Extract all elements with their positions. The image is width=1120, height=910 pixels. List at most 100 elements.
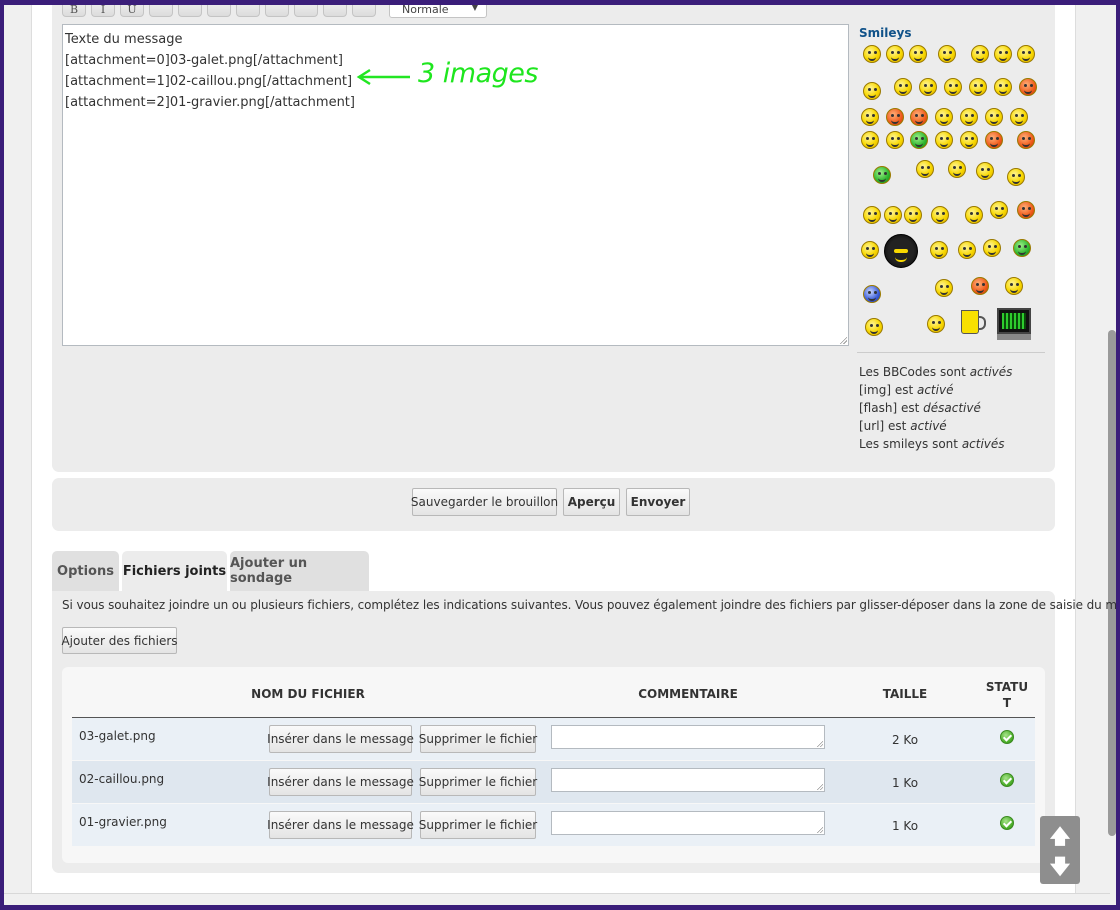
message-line: Texte du message (65, 32, 183, 47)
add-files-button[interactable]: Ajouter des fichiers (61, 627, 178, 654)
page-scroll-buttons: 🡅 🡇 (1040, 816, 1080, 884)
font-size-select[interactable]: Normale ▼ (389, 0, 487, 18)
comment-input[interactable] (551, 725, 825, 749)
smiley-icon[interactable] (863, 206, 881, 224)
smiley-icon[interactable] (904, 206, 922, 224)
comment-input[interactable] (551, 768, 825, 792)
insert-in-message-button[interactable]: Insérer dans le message (267, 725, 414, 753)
coffee-mug-icon[interactable] (961, 310, 986, 334)
sidebar-divider (857, 352, 1045, 353)
save-draft-button[interactable]: Sauvegarder le brouillon (411, 488, 558, 516)
annotation-text: 3 images (418, 58, 538, 89)
smiley-icon[interactable] (894, 78, 912, 96)
smiley-icon[interactable] (873, 166, 891, 184)
smiley-icon[interactable] (985, 108, 1003, 126)
ordered-list-button[interactable] (236, 0, 260, 17)
comment-input[interactable] (551, 811, 825, 835)
resize-grip-icon[interactable] (839, 336, 847, 344)
smiley-icon[interactable] (1010, 108, 1028, 126)
delete-file-button[interactable]: Supprimer le fichier (419, 768, 537, 796)
smiley-icon[interactable] (983, 239, 1001, 257)
smiley-icon[interactable] (958, 241, 976, 259)
file-size: 1 Ko (891, 819, 919, 833)
column-header-status: STATU T (985, 680, 1029, 710)
smiley-icon[interactable] (886, 45, 904, 63)
smiley-icon[interactable] (910, 131, 928, 149)
smiley-icon[interactable] (935, 108, 953, 126)
smiley-icon[interactable] (884, 206, 902, 224)
list-button[interactable] (207, 0, 231, 17)
smiley-icon[interactable] (960, 108, 978, 126)
arrow-up-icon[interactable]: 🡅 (1040, 822, 1080, 856)
smiley-icon[interactable] (935, 279, 953, 297)
smiley-icon[interactable] (969, 78, 987, 96)
computer-smiley-icon[interactable] (997, 308, 1031, 340)
insert-in-message-button[interactable]: Insérer dans le message (267, 811, 414, 839)
quote-button[interactable] (149, 0, 173, 17)
flash-button[interactable] (352, 0, 376, 17)
arrow-down-icon[interactable]: 🡇 (1040, 852, 1080, 886)
bold-button[interactable]: B (62, 0, 86, 17)
smiley-icon[interactable] (960, 131, 978, 149)
smiley-icon[interactable] (1017, 131, 1035, 149)
smiley-icon[interactable] (863, 82, 881, 100)
file-name: 03-galet.png (79, 729, 156, 743)
smiley-icon[interactable] (931, 206, 949, 224)
code-button[interactable] (178, 0, 202, 17)
column-header-size: TAILLE (882, 687, 928, 701)
attachments-help-text: Si vous souhaitez joindre un ou plusieur… (62, 598, 1120, 612)
tab-attachments[interactable]: Fichiers joints (122, 551, 227, 591)
smiley-icon[interactable] (965, 206, 983, 224)
smiley-icon[interactable] (976, 162, 994, 180)
submit-button[interactable]: Envoyer (626, 488, 690, 516)
reindeer-smiley-icon[interactable] (1005, 277, 1023, 295)
afro-smiley-icon[interactable] (884, 234, 918, 268)
smiley-icon[interactable] (944, 78, 962, 96)
smiley-icon[interactable] (863, 45, 881, 63)
flash-status: [flash] est désactivé (859, 401, 981, 415)
smiley-icon[interactable] (886, 108, 904, 126)
file-size: 1 Ko (891, 776, 919, 790)
smiley-icon[interactable] (1017, 45, 1035, 63)
scrollbar-thumb[interactable] (1108, 330, 1116, 836)
smiley-icon[interactable] (1013, 239, 1031, 257)
italic-button[interactable]: I (91, 0, 115, 17)
smiley-icon[interactable] (886, 131, 904, 149)
smiley-icon[interactable] (910, 108, 928, 126)
smiley-icon[interactable] (1007, 168, 1025, 186)
tab-poll[interactable]: Ajouter un sondage (230, 551, 369, 591)
smiley-icon[interactable] (935, 131, 953, 149)
santa-smiley-icon[interactable] (971, 277, 989, 295)
url-button[interactable] (323, 0, 347, 17)
tab-options[interactable]: Options (52, 551, 119, 591)
smiley-icon[interactable] (865, 318, 883, 336)
smiley-icon[interactable] (948, 160, 966, 178)
smiley-icon[interactable] (863, 285, 881, 303)
smiley-icon[interactable] (927, 315, 945, 333)
smiley-icon[interactable] (1019, 78, 1037, 96)
smiley-icon[interactable] (916, 160, 934, 178)
column-header-comment: COMMENTAIRE (638, 687, 738, 701)
image-button[interactable] (294, 0, 318, 17)
smiley-icon[interactable] (994, 45, 1012, 63)
smiley-icon[interactable] (1017, 201, 1035, 219)
smiley-icon[interactable] (909, 45, 927, 63)
smiley-icon[interactable] (971, 45, 989, 63)
smiley-icon[interactable] (990, 201, 1008, 219)
smiley-icon[interactable] (861, 108, 879, 126)
delete-file-button[interactable]: Supprimer le fichier (419, 811, 537, 839)
insert-in-message-button[interactable]: Insérer dans le message (267, 768, 414, 796)
smiley-icon[interactable] (861, 131, 879, 149)
preview-button[interactable]: Aperçu (563, 488, 620, 516)
smiley-icon[interactable] (861, 241, 879, 259)
smiley-icon[interactable] (994, 78, 1012, 96)
smiley-icon[interactable] (985, 131, 1003, 149)
table-row: 03-galet.png Insérer dans le message Sup… (72, 718, 1035, 760)
smiley-icon[interactable] (938, 45, 956, 63)
delete-file-button[interactable]: Supprimer le fichier (419, 725, 537, 753)
smiley-icon[interactable] (930, 241, 948, 259)
smiley-icon[interactable] (919, 78, 937, 96)
list-item-button[interactable] (265, 0, 289, 17)
underline-button[interactable]: U (120, 0, 144, 17)
bbcode-status: Les BBCodes sont activés (859, 365, 1013, 379)
